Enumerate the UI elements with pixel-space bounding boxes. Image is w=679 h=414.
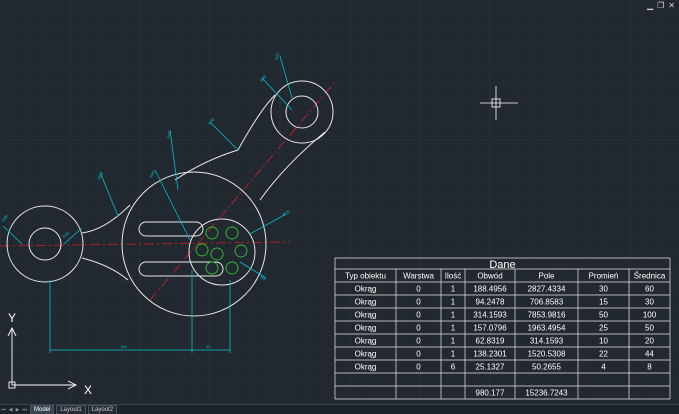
next-tab-icon[interactable]: ▶ [14, 407, 21, 413]
circle-left-outer [6, 205, 84, 283]
dim-label: R22 [274, 51, 280, 60]
small-circles [195, 226, 248, 275]
window-controls: ▁ ❐ ✕ [647, 2, 675, 10]
table-cell: 50 [645, 324, 654, 333]
table-cell: 25 [599, 324, 608, 333]
table-cell: 0 [416, 285, 421, 294]
arm-lower [81, 257, 129, 281]
table-cell: Okrąg [355, 311, 377, 320]
table-cell: 0 [416, 324, 421, 333]
table-cell: 4 [601, 363, 606, 372]
table-cell: Okrąg [355, 350, 377, 359]
table-cell: 157.0796 [473, 324, 507, 333]
table-cell: 2827.4334 [528, 285, 566, 294]
table-cell: 50.2655 [532, 363, 561, 372]
dim-label: R25 [259, 73, 268, 82]
table-cell: 0 [416, 298, 421, 307]
table-cell: 1 [451, 337, 456, 346]
table-cell: 22 [599, 350, 608, 359]
table-cell: 980.177 [476, 389, 505, 398]
table-cell: 15 [599, 298, 608, 307]
table-cell: 1 [451, 298, 456, 307]
table-cell: 8 [647, 363, 652, 372]
minimize-icon[interactable]: ▁ [647, 2, 653, 10]
table-title: Dane [489, 259, 515, 271]
table-cell: Okrąg [355, 298, 377, 307]
dim-label: 20 [206, 344, 211, 349]
table-cell: 15236.7243 [525, 389, 568, 398]
table-cell: 62.8319 [476, 337, 505, 346]
last-tab-icon[interactable]: ⏭ [21, 407, 28, 413]
centerlines [0, 81, 336, 301]
table-cell: 188.4956 [473, 285, 507, 294]
table-cell: 6 [451, 363, 456, 372]
restore-icon[interactable]: ❐ [657, 2, 664, 10]
link-bottom [259, 131, 326, 201]
table-cell: 25.1327 [476, 363, 505, 372]
dim-label: 100 [120, 344, 127, 349]
dim-label: R60 [1, 213, 10, 223]
table-cell: 30 [599, 285, 608, 294]
fillet-top [174, 149, 239, 181]
table-cell: 706.8583 [530, 298, 564, 307]
table-cell: 7853.9816 [528, 311, 566, 320]
dim-label: R30 [61, 230, 70, 239]
first-tab-icon[interactable]: ⏮ [0, 407, 7, 413]
link-top [237, 94, 276, 151]
table-header-cell: Obwód [477, 272, 502, 281]
table-cell: 1963.4954 [528, 324, 566, 333]
table-header-cell: Typ obiektu [345, 272, 386, 281]
table-header-cell: Średnica [634, 272, 666, 281]
table-cell: 314.1593 [530, 337, 564, 346]
table-cell: Okrąg [355, 324, 377, 333]
table-cell: 1 [451, 311, 456, 320]
ucs-y-label: Y [8, 311, 16, 325]
table-cell: 0 [416, 311, 421, 320]
dimensions [2, 55, 293, 353]
table-header-cell: Warstwa [403, 272, 434, 281]
table-header-cell: Promień [589, 272, 619, 281]
table-cell: 30 [645, 298, 654, 307]
table-cell: 20 [645, 337, 654, 346]
grid [0, 0, 679, 404]
crosshair-cursor [480, 86, 518, 120]
table-cell: 314.1593 [473, 311, 507, 320]
table-cell: 1 [451, 324, 456, 333]
dimension-labels: 100 20 R60 R30 R50 R45 R15 R30 R25 R22 R… [1, 51, 292, 349]
table-cell: Okrąg [355, 285, 377, 294]
table-cell: Okrąg [355, 337, 377, 346]
circle-center-outer [121, 171, 267, 317]
table-cell: 50 [599, 311, 608, 320]
table-cell: 94.2478 [476, 298, 505, 307]
arm-upper [81, 204, 131, 234]
table-cell: 1520.5308 [528, 350, 566, 359]
close-icon[interactable]: ✕ [668, 2, 675, 10]
table-cell: Okrąg [355, 363, 377, 372]
dim-label: R30 [207, 116, 216, 125]
table-cell: 0 [416, 350, 421, 359]
table-cell: 138.2301 [473, 350, 507, 359]
table-cell: 44 [645, 350, 654, 359]
table-cell: 100 [643, 311, 657, 320]
table-header-cell: Pole [538, 272, 555, 281]
table-cell: 60 [645, 285, 654, 294]
table-cell: 1 [451, 285, 456, 294]
table-cell: 0 [416, 337, 421, 346]
table-cell: 0 [416, 363, 421, 372]
prev-tab-icon[interactable]: ◀ [7, 407, 14, 413]
table-header-cell: Ilość [445, 272, 461, 281]
dim-label: R15 [166, 129, 172, 138]
table-cell: 10 [599, 337, 608, 346]
ucs-x-label: X [84, 383, 92, 397]
drawing-canvas[interactable]: 100 20 R60 R30 R50 R45 R15 R30 R25 R22 R… [0, 0, 679, 413]
table-cell: 1 [451, 350, 456, 359]
